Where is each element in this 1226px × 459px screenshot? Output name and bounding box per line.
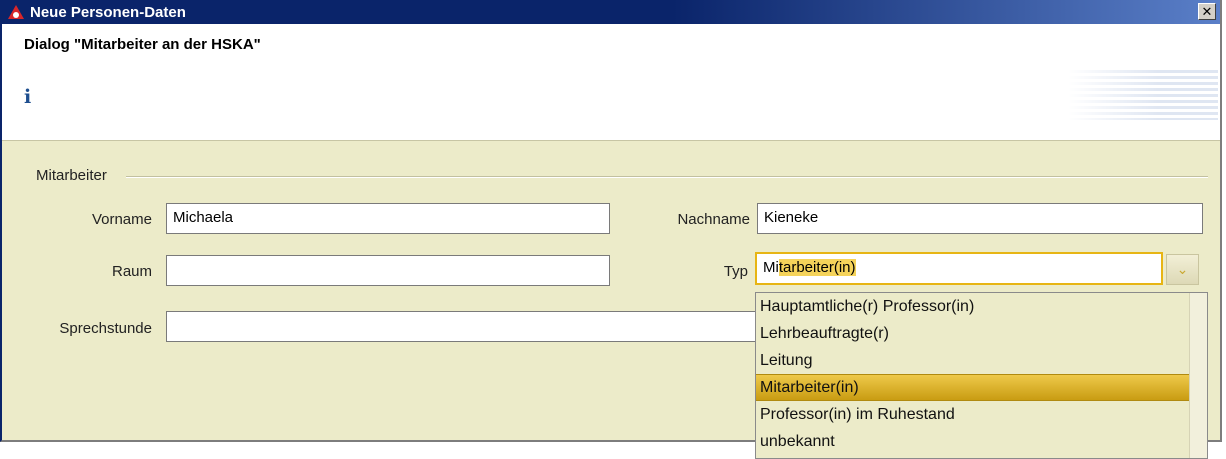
group-label-mitarbeiter: Mitarbeiter (36, 167, 115, 184)
dialog-header: Dialog "Mitarbeiter an der HSKA" i (2, 24, 1220, 141)
dropdown-item[interactable]: Hauptamtliche(r) Professor(in) (756, 293, 1207, 320)
typ-label: Typ (723, 263, 748, 280)
dialog-title: Dialog "Mitarbeiter an der HSKA" (24, 36, 261, 53)
sprechstunde-label: Sprechstunde (59, 320, 152, 337)
dropdown-scrollbar[interactable] (1189, 293, 1207, 458)
nachname-label: Nachname (677, 211, 750, 228)
nachname-field[interactable]: Kieneke (757, 203, 1203, 234)
chevron-down-icon[interactable]: ⌄ (1166, 254, 1199, 285)
sprechstunde-field[interactable] (166, 311, 766, 342)
typ-dropdown-list: Hauptamtliche(r) Professor(in) Lehrbeauf… (755, 292, 1208, 459)
header-decoration (1068, 70, 1218, 120)
dropdown-item[interactable]: Leitung (756, 347, 1207, 374)
raum-field[interactable] (166, 255, 610, 286)
raum-label: Raum (111, 263, 152, 280)
typ-combobox[interactable]: Mitarbeiter(in) (755, 252, 1163, 285)
window-title: Neue Personen-Daten (30, 3, 186, 21)
typ-autocomplete-text: tarbeiter(in) (778, 259, 856, 276)
dropdown-item[interactable]: Professor(in) im Ruhestand (756, 401, 1207, 428)
info-icon[interactable]: i (24, 86, 31, 108)
vorname-label: Vorname (91, 211, 152, 228)
typ-typed-text: Mi (763, 259, 779, 276)
dropdown-item[interactable]: Lehrbeauftragte(r) (756, 320, 1207, 347)
group-divider (126, 176, 1208, 178)
title-bar[interactable]: Neue Personen-Daten ✕ (2, 0, 1220, 24)
app-logo-icon (8, 4, 24, 20)
vorname-field[interactable]: Michaela (166, 203, 610, 234)
close-button[interactable]: ✕ (1198, 3, 1216, 20)
dropdown-item-selected[interactable]: Mitarbeiter(in) (756, 374, 1207, 401)
dropdown-item[interactable]: unbekannt (756, 428, 1207, 455)
